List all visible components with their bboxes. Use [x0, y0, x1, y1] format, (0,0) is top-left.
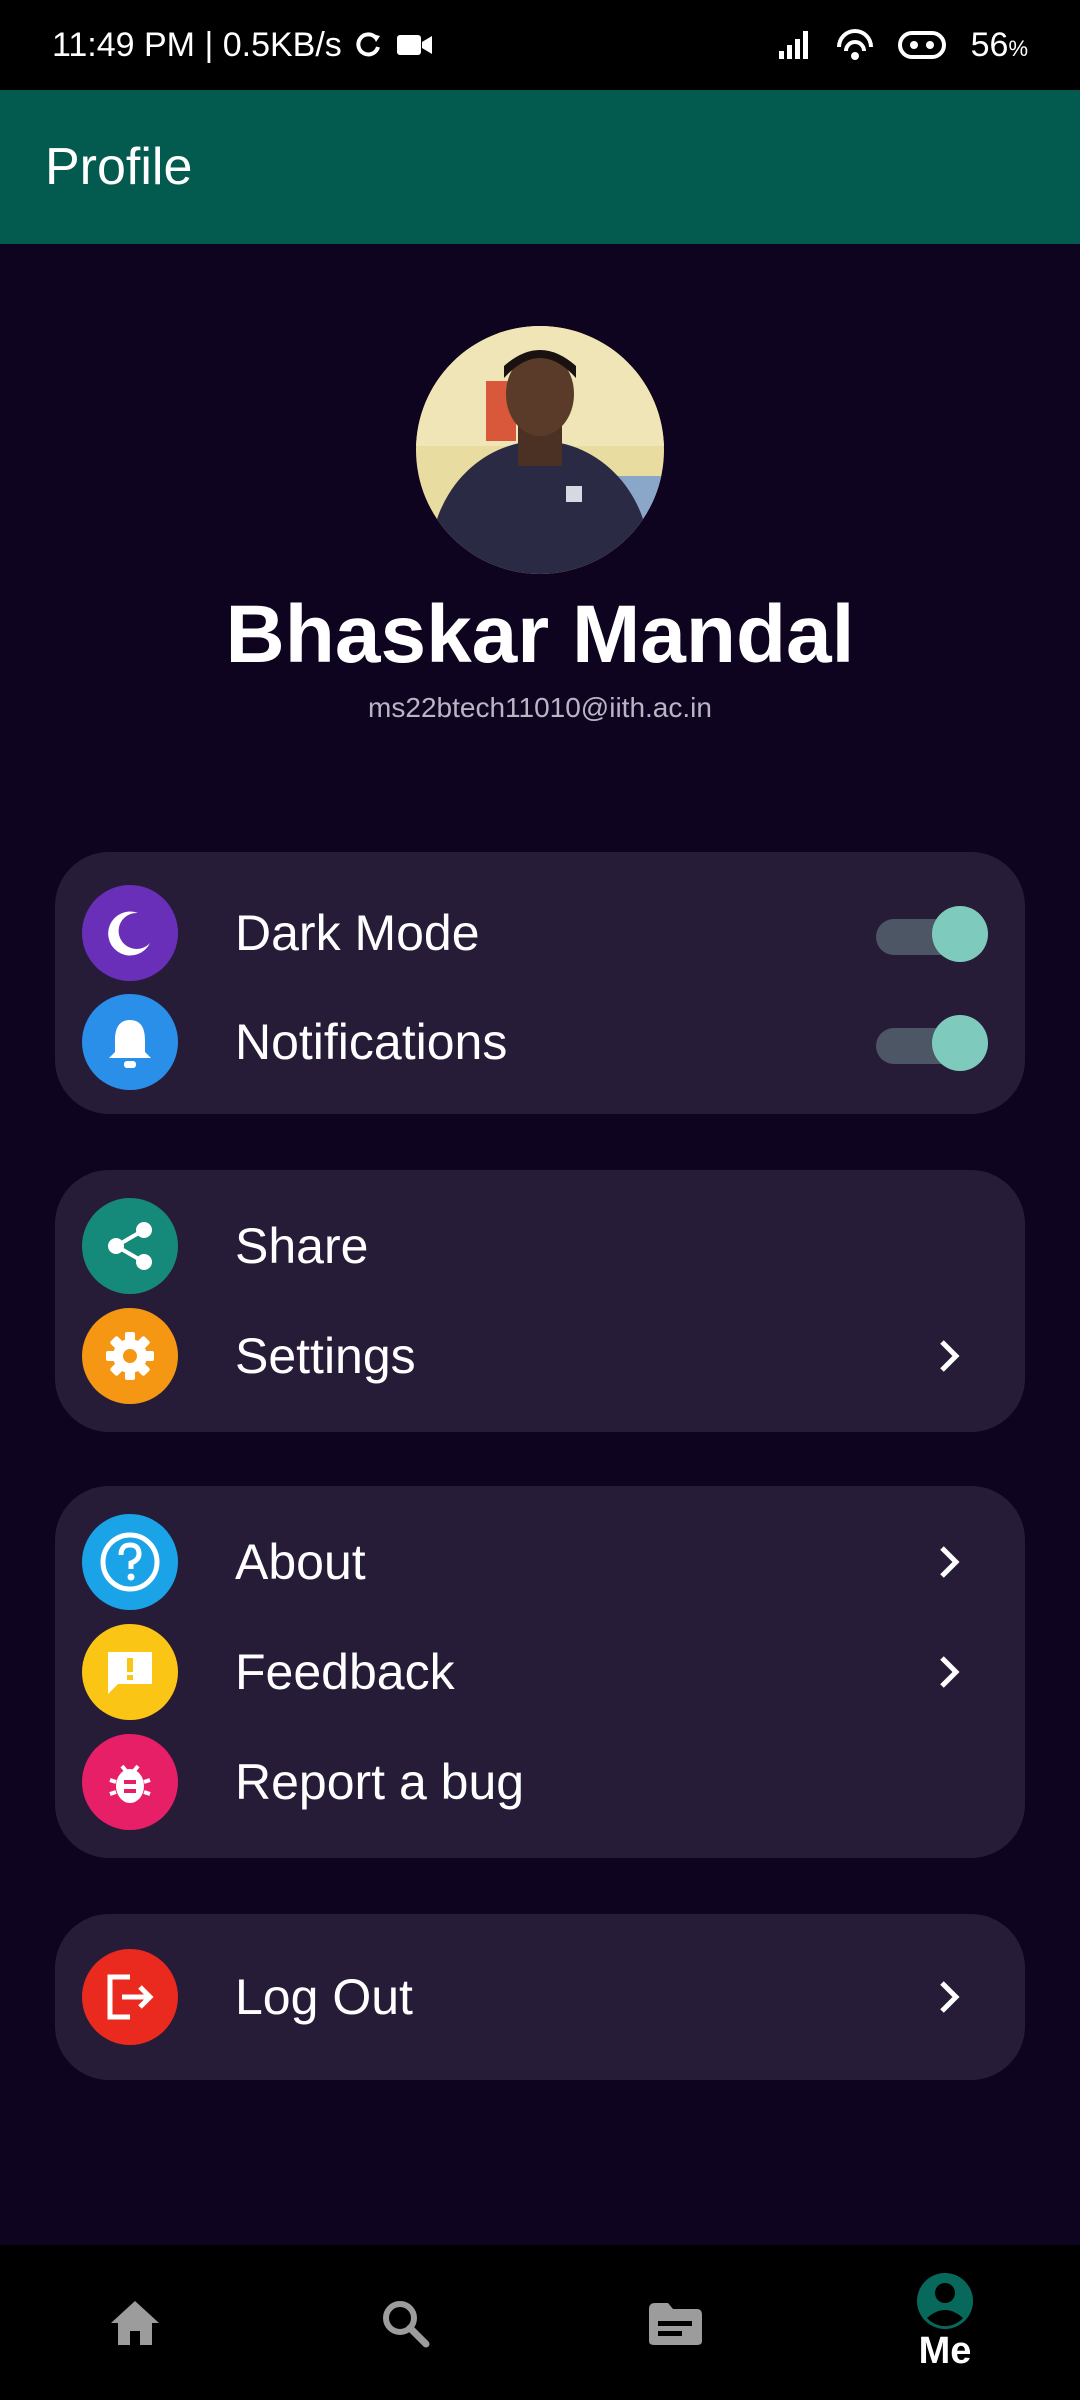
status-bar: 11:49 PM | 0.5KB/s 56%: [0, 0, 1080, 90]
toggle-thumb: [932, 906, 988, 962]
notifications-row[interactable]: Notifications: [82, 992, 998, 1092]
signal-icon: [778, 31, 808, 59]
nav-documents[interactable]: [585, 2245, 765, 2400]
help-circle-icon: [82, 1514, 178, 1610]
video-camera-icon: [396, 35, 432, 55]
profile-email: ms22btech11010@iith.ac.in: [368, 692, 712, 724]
bottom-nav: Me: [0, 2245, 1080, 2400]
profile-header: Bhaskar Mandal ms22btech11010@iith.ac.in: [0, 326, 1080, 724]
battery-percent: 56: [970, 25, 1009, 64]
search-icon: [383, 2300, 430, 2347]
bug-icon: [82, 1734, 178, 1830]
hotspot-icon: [836, 29, 873, 60]
page-title: Profile: [45, 138, 193, 196]
report-bug-label: Report a bug: [235, 1754, 525, 1810]
account-icon: [917, 2273, 973, 2329]
dark-mode-label: Dark Mode: [235, 905, 480, 961]
share-row[interactable]: Share: [82, 1196, 998, 1296]
notifications-label: Notifications: [235, 1014, 508, 1070]
share-icon: [82, 1198, 178, 1294]
nav-me[interactable]: Me: [855, 2245, 1035, 2400]
nav-search[interactable]: [315, 2245, 495, 2400]
chevron-right-icon: [930, 1652, 970, 1692]
logout-row[interactable]: Log Out: [82, 1947, 998, 2047]
logout-icon: [82, 1949, 178, 2045]
dark-mode-toggle[interactable]: [876, 905, 988, 962]
report-bug-row[interactable]: Report a bug: [82, 1732, 998, 1832]
documents-icon: [649, 2302, 702, 2345]
logout-label: Log Out: [235, 1969, 413, 2025]
status-right: 56%: [777, 26, 1028, 65]
battery-level: 56%: [971, 26, 1028, 65]
status-time: 11:49 PM | 0.5KB/s: [52, 25, 342, 64]
settings-row[interactable]: Settings: [82, 1306, 998, 1406]
status-left: 11:49 PM | 0.5KB/s: [52, 26, 434, 65]
about-row[interactable]: About: [82, 1512, 998, 1612]
notifications-toggle[interactable]: [876, 1014, 988, 1071]
avatar[interactable]: [416, 326, 664, 574]
gear-icon: [82, 1308, 178, 1404]
feedback-row[interactable]: Feedback: [82, 1622, 998, 1722]
feedback-label: Feedback: [235, 1644, 455, 1700]
chevron-right-icon: [930, 1542, 970, 1582]
chevron-right-icon: [930, 1977, 970, 2017]
support-card: About Feedback Report a bug: [55, 1486, 1025, 1858]
home-icon: [111, 2300, 159, 2345]
chevron-right-icon: [930, 1336, 970, 1376]
nav-me-label: Me: [918, 2330, 972, 2372]
profile-name: Bhaskar Mandal: [225, 589, 855, 680]
toggle-thumb: [932, 1015, 988, 1071]
sync-icon: [356, 32, 380, 57]
nav-home[interactable]: [45, 2245, 225, 2400]
app-bar: Profile: [0, 90, 1080, 244]
battery-saver-icon: [897, 31, 946, 59]
share-label: Share: [235, 1218, 369, 1274]
moon-icon: [82, 885, 178, 981]
preferences-card: Dark Mode Notifications: [55, 852, 1025, 1114]
feedback-icon: [82, 1624, 178, 1720]
settings-label: Settings: [235, 1328, 416, 1384]
account-card: Log Out: [55, 1914, 1025, 2080]
bell-icon: [82, 994, 178, 1090]
dark-mode-row[interactable]: Dark Mode: [82, 883, 998, 983]
battery-unit: %: [1008, 35, 1028, 61]
general-card: Share Settings: [55, 1170, 1025, 1432]
about-label: About: [235, 1534, 366, 1590]
